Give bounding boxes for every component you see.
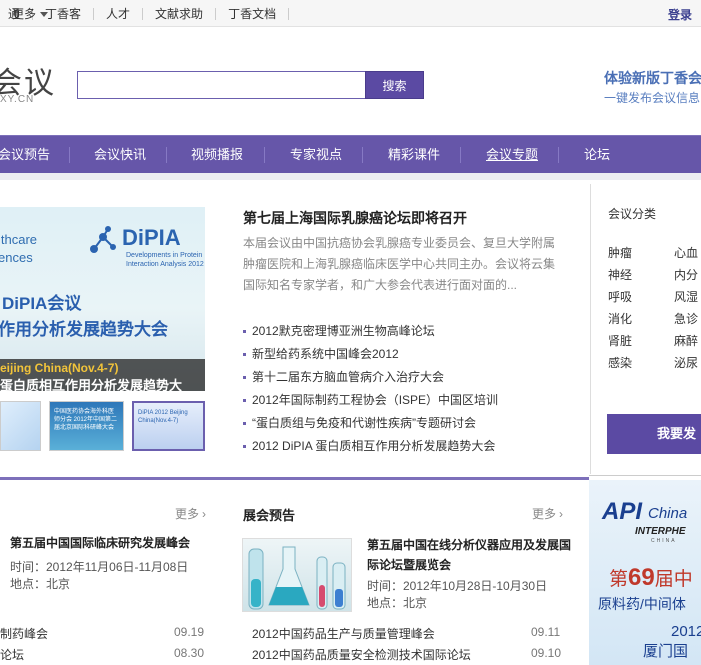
ad-api-logo: API (602, 498, 643, 525)
category-link[interactable]: 感染 (608, 352, 674, 374)
search-button[interactable]: 搜索 (365, 71, 424, 99)
left-event-place: 地点：北京 (10, 577, 71, 591)
expo-list-item[interactable]: 2012中国药品质量安全检测技术国际论坛 (252, 646, 471, 663)
login-link[interactable]: 登录 (668, 6, 692, 23)
ad-category: 原料药/中间体 (598, 596, 686, 612)
banner-caption-en: eijing China(Nov.4-7) (0, 361, 119, 375)
api-china-ad[interactable]: API China INTERPHE CHINA 第69届中 原料药/中间体 2… (589, 480, 701, 665)
banner-dipia-subtitle: Developments in Protein Interaction Anal… (126, 252, 204, 268)
promo-subtitle[interactable]: 一键发布会议信息 (604, 89, 700, 106)
left-list-item[interactable]: 论坛 (0, 646, 24, 663)
featured-news-description: 本届会议由中国抗癌协会乳腺癌专业委员会、复旦大学附属肿瘤医院和上海乳腺癌临床医学… (243, 236, 556, 292)
category-link[interactable]: 消化 (608, 308, 674, 330)
expo-list-date: 09.10 (531, 646, 562, 660)
molecule-icon (90, 226, 116, 253)
left-list-item[interactable]: 制药峰会 (0, 625, 48, 642)
thumbnail-label: 中国医药协会海外科医师分会 2012年中国第二届北京国际科研峰大会 (54, 409, 118, 431)
expo-event-place: 地点：北京 (367, 596, 428, 610)
section-divider (0, 477, 589, 480)
thumbnail-label: DiPIA 2012 Beijing China(Nov.4-7) (138, 410, 188, 424)
category-link[interactable]: 内分 (674, 264, 701, 286)
ad-year: 2012 (671, 623, 701, 640)
category-link[interactable]: 神经 (608, 264, 674, 286)
left-section-more-link[interactable]: 更多 (175, 505, 206, 522)
nav-divider (460, 147, 461, 163)
promo-title[interactable]: 体验新版丁香会 (604, 68, 701, 88)
category-link[interactable]: 肿瘤 (608, 242, 674, 264)
nav-item-forum[interactable]: 论坛 (584, 136, 610, 174)
nav-item-topics[interactable]: 会议专题 (486, 136, 538, 174)
section-divider (589, 475, 701, 476)
top-link-divider (288, 7, 290, 20)
expo-event-title[interactable]: 第五届中国在线分析仪器应用及发展国际论坛暨展览会 (367, 535, 577, 575)
featured-news-title[interactable]: 第七届上海国际乳腺癌论坛即将召开 (243, 208, 467, 228)
expo-list-item[interactable]: 2012中国药品生产与质量管理峰会 (252, 625, 435, 642)
top-link-more[interactable]: 更多 (0, 5, 60, 22)
left-event-title[interactable]: 第五届中国国际临床研究发展峰会 (10, 533, 190, 553)
banner-thumbnail[interactable] (0, 401, 41, 451)
top-link-docs[interactable]: 丁香文档 (216, 5, 288, 22)
category-link[interactable]: 呼吸 (608, 286, 674, 308)
expo-section-more-link[interactable]: 更多 (532, 505, 563, 522)
flask-icon (248, 546, 346, 610)
nav-shadow (0, 173, 701, 180)
banner-healthcare-text: lthcare ences (0, 232, 38, 265)
category-grid: 肿瘤 心血 神经 内分 呼吸 风湿 消化 急诊 肾脏 麻醉 感染 泌尿 (608, 242, 701, 374)
news-list: 2012默克密理博亚洲生物高峰论坛 新型给药系统中国峰会2012 第十二届东方脑… (243, 320, 498, 458)
ad-session: 第69届中 (609, 564, 693, 591)
category-link[interactable]: 麻醉 (674, 330, 701, 352)
news-list-item[interactable]: 2012默克密理博亚洲生物高峰论坛 (243, 320, 498, 343)
top-link-literature[interactable]: 文献求助 (143, 5, 215, 22)
banner-dipia-logo: DiPIA (122, 225, 181, 250)
category-link[interactable]: 肾脏 (608, 330, 674, 352)
search-input[interactable] (77, 71, 366, 99)
nav-divider (264, 147, 265, 163)
banner-thumbnails: 中国医药协会海外科医师分会 2012年中国第二届北京国际科研峰大会 DiPIA … (0, 401, 210, 451)
category-panel-title: 会议分类 (608, 207, 657, 221)
feature-banner[interactable]: lthcare ences DiPIA Developments in Prot… (0, 207, 205, 391)
left-list-date: 08.30 (174, 646, 205, 660)
news-list-item[interactable]: “蛋白质组与免疫和代谢性疾病”专题研讨会 (243, 412, 498, 435)
lab-flasks-image[interactable] (242, 538, 352, 612)
top-links: 通 丁香客 人才 文献求助 丁香文档 更多 (0, 0, 290, 27)
nav-divider (362, 147, 363, 163)
banner-caption: eijing China(Nov.4-7) 蛋白质相互作用分析发展趋势大 (0, 359, 205, 391)
nav-divider (558, 147, 559, 163)
top-bar: 通 丁香客 人才 文献求助 丁香文档 更多 登录 (0, 0, 701, 27)
ad-session-number: 69 (628, 564, 655, 591)
nav-divider (69, 147, 70, 163)
banner-thumbnail[interactable]: 中国医药协会海外科医师分会 2012年中国第二届北京国际科研峰大会 (49, 401, 124, 451)
banner-caption-cn: 蛋白质相互作用分析发展趋势大 (0, 378, 183, 391)
nav-item-news[interactable]: 会议快讯 (94, 136, 146, 174)
nav-item-expert[interactable]: 专家视点 (290, 136, 342, 174)
expo-list-date: 09.11 (531, 625, 561, 639)
banner-headline-2: 作用分析发展趋势大会 (0, 320, 168, 339)
category-link[interactable]: 风湿 (674, 286, 701, 308)
category-link[interactable]: 心血 (674, 242, 701, 264)
ad-interphex-sub: CHINA (651, 538, 677, 544)
left-list-date: 09.19 (174, 625, 205, 639)
site-logo-sub: XY.CN (0, 94, 35, 105)
nav-divider (166, 147, 167, 163)
nav-item-slides[interactable]: 精彩课件 (388, 136, 440, 174)
nav-item-preview[interactable]: 会议预告 (0, 136, 50, 174)
main-nav: 会议预告 会议快讯 视频播报 专家视点 精彩课件 会议专题 论坛 (0, 135, 701, 173)
news-list-item[interactable]: 2012 DiPIA 蛋白质相互作用分析发展趋势大会 (243, 435, 498, 458)
ad-china-text: China (648, 505, 688, 522)
banner-headline-1: DiPIA会议 (2, 294, 82, 313)
news-list-item[interactable]: 新型给药系统中国峰会2012 (243, 343, 498, 366)
publish-conference-button[interactable]: 我要发 (607, 414, 701, 454)
nav-item-video[interactable]: 视频播报 (191, 136, 243, 174)
news-list-item[interactable]: 2012年国际制药工程协会（ISPE）中国区培训 (243, 389, 498, 412)
ad-interphex-logo: INTERPHE (635, 526, 686, 537)
banner-thumbnail-active[interactable]: DiPIA 2012 Beijing China(Nov.4-7) (132, 401, 205, 451)
expo-section-title: 展会预告 (243, 508, 296, 523)
category-link[interactable]: 急诊 (674, 308, 701, 330)
top-link-talent[interactable]: 人才 (94, 5, 142, 22)
category-link[interactable]: 泌尿 (674, 352, 701, 374)
news-list-item[interactable]: 第十二届东方脑血管病介入治疗大会 (243, 366, 498, 389)
ad-city: 厦门国 (643, 643, 689, 660)
